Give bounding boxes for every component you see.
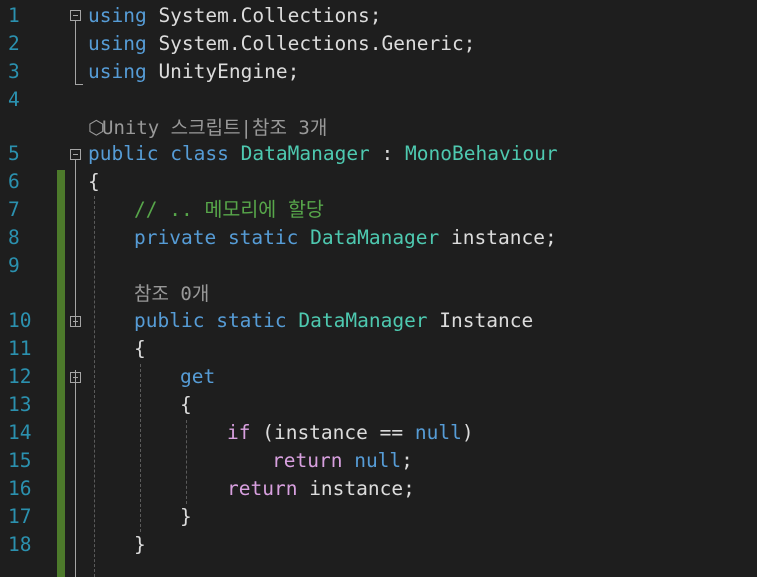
- code-line[interactable]: return null;: [272, 447, 413, 475]
- brace: }: [134, 533, 146, 556]
- codelens-text[interactable]: 참조 0개: [134, 283, 209, 305]
- code-line[interactable]: if (instance == null): [227, 419, 474, 447]
- collapse-toggle-icon[interactable]: [70, 316, 81, 327]
- brace: }: [180, 505, 192, 528]
- change-indicator-bar: [57, 170, 65, 577]
- codelens-class[interactable]: ⬡Unity 스크립트|참조 3개: [88, 114, 327, 142]
- control-keyword: return: [227, 477, 298, 500]
- line-number: 3: [8, 60, 20, 83]
- codelens-property[interactable]: 참조 0개: [134, 280, 209, 308]
- unity-script-icon: ⬡: [88, 117, 105, 139]
- code-line[interactable]: using UnityEngine;: [88, 58, 299, 86]
- line-number: 18: [8, 533, 32, 556]
- code-text: ;: [401, 449, 413, 472]
- keyword: null: [354, 449, 402, 472]
- line-number: 8: [8, 226, 20, 249]
- code-line[interactable]: public static DataManager Instance: [134, 307, 533, 335]
- comment: // .. 메모리에 할당: [134, 198, 324, 221]
- outline-end: [75, 84, 83, 85]
- indent-guide: [140, 364, 141, 532]
- indent-guide: [186, 420, 187, 504]
- line-number: 5: [8, 142, 20, 165]
- code-text: System.Collections;: [146, 4, 382, 27]
- type-name: DataManager: [298, 309, 428, 332]
- type-name: DataManager: [240, 142, 370, 165]
- code-text: (instance ==: [250, 421, 415, 444]
- line-number: 6: [8, 170, 20, 193]
- keyword: private: [134, 226, 217, 249]
- type-name: MonoBehaviour: [405, 142, 558, 165]
- code-editor[interactable]: 1 2 3 4 5 6 7 8 9 10 11 12 13 14 15 16 1…: [0, 0, 757, 577]
- keyword: class: [170, 142, 229, 165]
- code-line[interactable]: using System.Collections;: [88, 2, 382, 30]
- codelens-text[interactable]: Unity 스크립트|참조 3개: [102, 117, 327, 139]
- line-number: 7: [8, 198, 20, 221]
- code-line[interactable]: {: [134, 335, 146, 363]
- code-line[interactable]: }: [134, 531, 146, 559]
- line-number: 2: [8, 32, 20, 55]
- keyword: static: [227, 226, 299, 249]
- keyword: get: [180, 365, 216, 388]
- code-line[interactable]: using System.Collections.Generic;: [88, 30, 475, 58]
- brace: {: [180, 393, 192, 416]
- code-line[interactable]: private static DataManager instance;: [134, 224, 557, 252]
- type-name: DataManager: [310, 226, 440, 249]
- line-number: 10: [8, 309, 32, 332]
- code-text: System.Collections.Generic;: [146, 32, 476, 55]
- line-number: 17: [8, 505, 32, 528]
- collapse-toggle-icon[interactable]: [70, 372, 81, 383]
- code-line[interactable]: return instance;: [227, 475, 415, 503]
- control-keyword: return: [272, 449, 343, 472]
- code-line[interactable]: // .. 메모리에 할당: [134, 196, 324, 224]
- outline-line: [75, 21, 76, 84]
- collapse-toggle-icon[interactable]: [70, 10, 81, 21]
- code-line[interactable]: get: [180, 363, 215, 391]
- keyword: using: [88, 60, 147, 83]
- brace: {: [88, 170, 100, 193]
- code-line[interactable]: }: [180, 503, 192, 531]
- line-number: 16: [8, 477, 32, 500]
- line-number: 15: [8, 449, 32, 472]
- line-number: 12: [8, 365, 32, 388]
- line-number: 13: [8, 393, 32, 416]
- control-keyword: if: [227, 421, 251, 444]
- line-number: 9: [8, 254, 20, 277]
- line-number: 1: [8, 4, 20, 27]
- indent-guide: [94, 196, 95, 577]
- code-text: :: [369, 142, 406, 165]
- keyword: null: [414, 421, 462, 444]
- code-text: instance;: [297, 477, 415, 500]
- line-number: 11: [8, 337, 32, 360]
- line-number: 14: [8, 421, 32, 444]
- code-text: UnityEngine;: [146, 60, 300, 83]
- keyword: using: [88, 32, 147, 55]
- brace: {: [134, 337, 146, 360]
- keyword: using: [88, 4, 147, 27]
- code-line[interactable]: {: [180, 391, 192, 419]
- code-line[interactable]: public class DataManager : MonoBehaviour: [88, 140, 558, 168]
- keyword: static: [216, 309, 287, 332]
- keyword: public: [88, 142, 159, 165]
- code-line[interactable]: {: [88, 168, 100, 196]
- keyword: public: [134, 309, 205, 332]
- line-number: 4: [8, 88, 20, 111]
- code-text: Instance: [427, 309, 534, 332]
- code-text: ): [461, 421, 474, 444]
- collapse-toggle-icon[interactable]: [70, 149, 81, 160]
- code-text: instance;: [439, 226, 557, 249]
